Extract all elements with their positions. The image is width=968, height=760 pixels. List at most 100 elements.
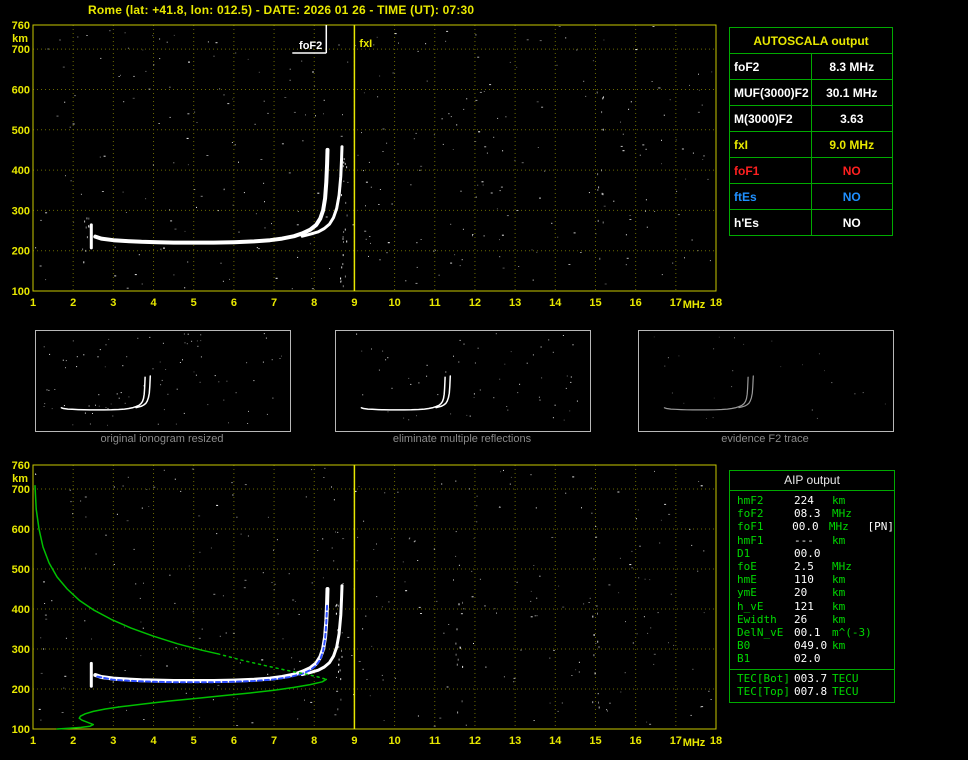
thumbnail-original-ionogram bbox=[35, 330, 291, 432]
x-mode-trace bbox=[300, 145, 344, 238]
o-mode-trace bbox=[93, 147, 330, 245]
autoscala-param-value: 9.0 MHz bbox=[810, 131, 893, 158]
aip-value: 110 bbox=[794, 573, 814, 587]
aip-unit: km bbox=[832, 573, 846, 587]
y-tick-300: 300 bbox=[12, 644, 30, 656]
thumb-2-svg bbox=[653, 336, 886, 419]
x-tick-13: 13 bbox=[509, 735, 521, 747]
aip-param: DelN_vE bbox=[737, 626, 784, 640]
autoscala-param-value: NO bbox=[810, 157, 893, 184]
x-tick-11: 11 bbox=[429, 735, 441, 747]
aip-row-Ewidth: Ewidth 26 km bbox=[730, 613, 894, 626]
autoscala-header-row: AUTOSCALA output bbox=[729, 27, 893, 54]
aip-row-foF2: foF2 08.3 MHz bbox=[730, 507, 894, 520]
autoscala-row-foF2: foF2 8.3 MHz bbox=[729, 53, 893, 80]
aip-row-B0: B0 049.0 km bbox=[730, 639, 894, 652]
aip-value: 20 bbox=[794, 586, 808, 600]
aip-value: 00.1 bbox=[794, 626, 821, 640]
autoscala-row-fxI: fxI 9.0 MHz bbox=[729, 131, 893, 158]
thumbnail-eliminate-reflections bbox=[335, 330, 591, 432]
x-tick-1: 1 bbox=[30, 297, 36, 309]
aip-value: 00.0 bbox=[792, 520, 819, 534]
x-tick-7: 7 bbox=[271, 735, 277, 747]
autoscala-param-value: 8.3 MHz bbox=[810, 53, 893, 80]
aip-unit: km bbox=[832, 599, 846, 613]
autoscala-param-label: foF2 bbox=[729, 53, 812, 80]
aip-row-TEC[Bot]: TEC[Bot] 003.7 TECU bbox=[730, 672, 894, 685]
electron-density-profile-topside bbox=[34, 485, 219, 655]
marker-label-fxI: fxI bbox=[359, 38, 372, 50]
aip-output-table: AIP output hmF2 224 km foF2 08.3 MHz foF1 00.0 MH… bbox=[729, 470, 895, 704]
aip-unit: km bbox=[832, 639, 846, 653]
aip-value: 2.5 bbox=[794, 560, 814, 574]
autoscala-fitted-trace bbox=[96, 604, 329, 684]
y-tick-760: 760 bbox=[12, 20, 30, 32]
aip-value: --- bbox=[794, 533, 814, 547]
x-tick-16: 16 bbox=[630, 297, 642, 309]
autoscala-param-value: NO bbox=[810, 183, 893, 210]
aip-unit: km bbox=[832, 612, 846, 626]
aip-header: AIP output bbox=[730, 471, 894, 491]
aip-param: hmE bbox=[737, 573, 757, 587]
autoscala-param-label: M(3000)F2 bbox=[729, 105, 812, 132]
top-ionogram: foF2 fxI100200300400500600700760km1 2 3 4 5 6 7… bbox=[12, 20, 722, 311]
aip-value: 003.7 bbox=[794, 671, 828, 685]
x-tick-2: 2 bbox=[70, 735, 76, 747]
thumbnail-evidence-f2-trace bbox=[638, 330, 894, 432]
y-tick-500: 500 bbox=[12, 125, 30, 137]
y-tick-200: 200 bbox=[12, 246, 30, 258]
x-tick-3: 3 bbox=[110, 297, 116, 309]
y-tick-700: 700 bbox=[12, 44, 30, 56]
aip-row-D1: D1 00.0 bbox=[730, 547, 894, 560]
electron-density-profile-bottomside bbox=[56, 678, 328, 730]
x-tick-11: 11 bbox=[429, 297, 441, 309]
autoscala-app: Rome (lat: +41.8, lon: 012.5) - DATE: 20… bbox=[0, 0, 968, 755]
aip-row-foE: foE 2.5 MHz bbox=[730, 560, 894, 573]
aip-param: foF1 bbox=[737, 520, 764, 534]
y-axis-unit: km bbox=[12, 473, 28, 485]
aip-param: hmF1 bbox=[737, 533, 764, 547]
aip-unit: m^(-3) bbox=[832, 626, 872, 640]
y-tick-700: 700 bbox=[12, 484, 30, 496]
thumb-trace bbox=[135, 375, 152, 409]
y-tick-200: 200 bbox=[12, 684, 30, 696]
o-mode-trace bbox=[93, 587, 330, 683]
aip-row-ymE: ymE 20 km bbox=[730, 586, 894, 599]
x-tick-18: 18 bbox=[710, 297, 722, 309]
aip-param: ymE bbox=[737, 586, 757, 600]
aip-param: foE bbox=[737, 560, 757, 574]
x-tick-4: 4 bbox=[150, 297, 157, 309]
aip-param: TEC[Bot] bbox=[737, 671, 790, 685]
x-tick-6: 6 bbox=[231, 297, 237, 309]
y-tick-600: 600 bbox=[12, 524, 30, 536]
aip-row-DelN_vE: DelN_vE 00.1 m^(-3) bbox=[730, 626, 894, 639]
ionogram-plot-bottom: 100 200 300 400 500 600 700 760 km 1 2 3 4 5 6 7 8 9 10 11 1… bbox=[0, 460, 724, 760]
y-tick-600: 600 bbox=[12, 84, 30, 96]
x-tick-8: 8 bbox=[311, 735, 317, 747]
x-tick-15: 15 bbox=[589, 735, 601, 747]
autoscala-row-MUF(3000)F2: MUF(3000)F2 30.1 MHz bbox=[729, 79, 893, 106]
x-tick-14: 14 bbox=[549, 297, 562, 309]
aip-param: Ewidth bbox=[737, 612, 777, 626]
autoscala-param-label: h'Es bbox=[729, 209, 812, 236]
x-axis-unit: MHz bbox=[683, 737, 706, 749]
thumb-trace bbox=[360, 376, 446, 411]
x-tick-18: 18 bbox=[710, 735, 722, 747]
y-tick-100: 100 bbox=[12, 724, 30, 736]
aip-value: 08.3 bbox=[794, 507, 821, 521]
autoscala-param-label: foF1 bbox=[729, 157, 812, 184]
autoscala-param-value: NO bbox=[810, 209, 893, 236]
y-axis-unit: km bbox=[12, 33, 28, 45]
y-tick-500: 500 bbox=[12, 564, 30, 576]
x-tick-5: 5 bbox=[191, 297, 197, 309]
aip-param: TEC[Top] bbox=[737, 684, 790, 698]
thumb-trace bbox=[435, 375, 452, 409]
x-tick-5: 5 bbox=[191, 735, 197, 747]
aip-unit: MHz bbox=[828, 520, 849, 534]
aip-value: 00.0 bbox=[794, 546, 821, 560]
x-tick-17: 17 bbox=[670, 735, 682, 747]
y-tick-760: 760 bbox=[12, 460, 30, 472]
x-tick-14: 14 bbox=[549, 735, 562, 747]
aip-row-hmF2: hmF2 224 km bbox=[730, 494, 894, 507]
aip-value: 121 bbox=[794, 599, 814, 613]
